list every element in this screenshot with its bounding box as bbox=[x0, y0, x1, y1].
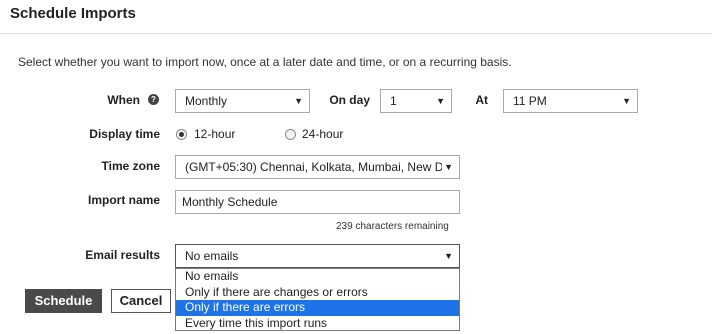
cancel-button[interactable]: Cancel bbox=[111, 289, 171, 313]
at-label: At bbox=[475, 93, 488, 107]
import-name-label: Import name bbox=[87, 193, 160, 207]
email-option-every-time[interactable]: Every time this import runs bbox=[176, 316, 459, 332]
email-results-value: No emails bbox=[185, 249, 239, 263]
email-option-no-emails[interactable]: No emails bbox=[176, 269, 459, 285]
day-select[interactable]: 1 ▼ bbox=[380, 89, 452, 113]
question-circle-icon[interactable]: ? bbox=[148, 94, 159, 105]
chevron-down-icon: ▼ bbox=[442, 156, 453, 178]
radio-24-hour-label[interactable]: 24-hour bbox=[302, 127, 343, 141]
characters-remaining: 239 characters remaining bbox=[336, 221, 449, 232]
email-results-select[interactable]: No emails ▼ bbox=[175, 244, 460, 268]
email-option-changes-or-errors[interactable]: Only if there are changes or errors bbox=[176, 285, 459, 301]
chevron-down-icon: ▼ bbox=[444, 251, 453, 261]
day-value: 1 bbox=[390, 94, 397, 108]
on-day-label: On day bbox=[329, 93, 370, 107]
time-zone-label: Time zone bbox=[101, 159, 160, 173]
chevron-down-icon: ▼ bbox=[436, 96, 445, 106]
title-divider bbox=[0, 33, 712, 34]
page-title: Schedule Imports bbox=[10, 5, 136, 22]
time-zone-select[interactable]: (GMT+05:30) Chennai, Kolkata, Mumbai, Ne… bbox=[175, 155, 460, 179]
radio-24-hour[interactable] bbox=[285, 129, 296, 140]
frequency-select[interactable]: Monthly ▼ bbox=[175, 89, 310, 113]
display-time-label: Display time bbox=[89, 127, 160, 141]
email-results-label: Email results bbox=[85, 248, 160, 262]
schedule-button[interactable]: Schedule bbox=[25, 289, 102, 313]
when-label: When bbox=[107, 93, 140, 107]
email-option-errors-only[interactable]: Only if there are errors bbox=[176, 300, 459, 316]
radio-12-hour-label[interactable]: 12-hour bbox=[194, 127, 235, 141]
time-select[interactable]: 11 PM ▼ bbox=[503, 89, 638, 113]
radio-12-hour[interactable] bbox=[176, 129, 187, 140]
import-name-input[interactable]: Monthly Schedule bbox=[175, 190, 460, 214]
email-results-dropdown: No emails Only if there are changes or e… bbox=[175, 268, 460, 331]
chevron-down-icon: ▼ bbox=[622, 96, 631, 106]
frequency-value: Monthly bbox=[185, 94, 228, 108]
time-value: 11 PM bbox=[513, 94, 547, 108]
time-zone-value: (GMT+05:30) Chennai, Kolkata, Mumbai, Ne… bbox=[185, 160, 444, 174]
instructions-text: Select whether you want to import now, o… bbox=[18, 55, 512, 69]
chevron-down-icon: ▼ bbox=[294, 96, 303, 106]
